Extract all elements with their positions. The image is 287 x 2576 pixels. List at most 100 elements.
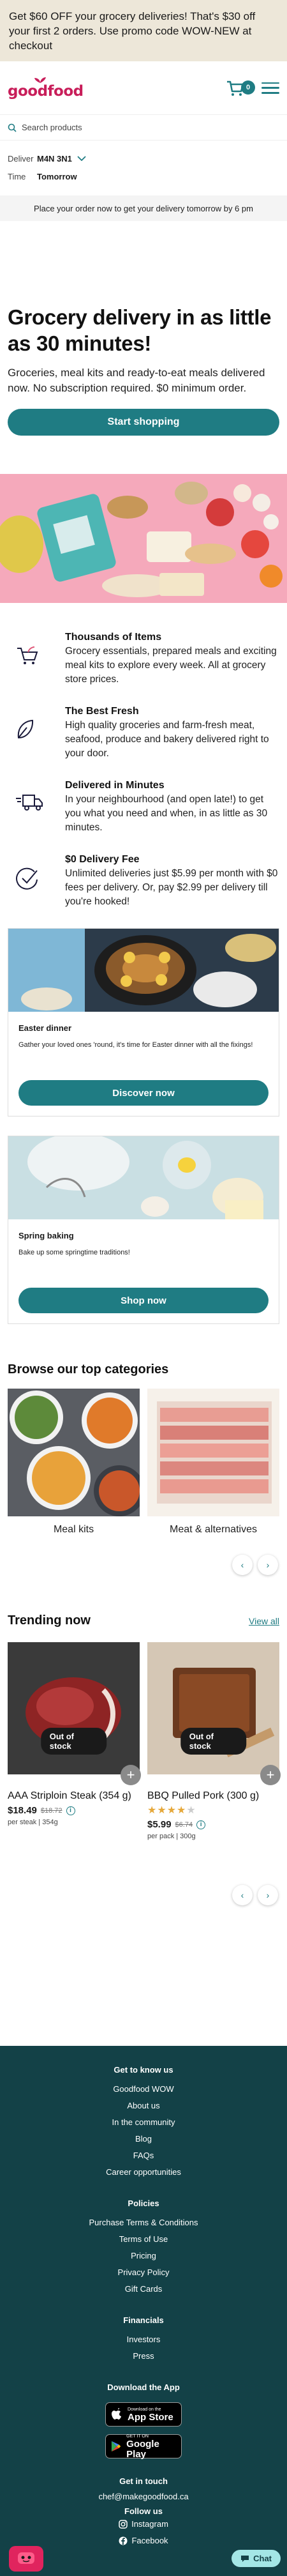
get-in-touch-title: Get in touch [119, 2476, 168, 2486]
cart-button[interactable]: 0 [226, 79, 255, 97]
footer-link[interactable]: FAQs [0, 2147, 287, 2164]
email-link[interactable]: chef@makegoodfood.ca [0, 2488, 287, 2505]
chat-label: Chat [253, 2554, 272, 2563]
hero-groceries-image [0, 474, 287, 603]
product-unit: per steak | 354g [8, 1818, 58, 1826]
category-card-meat[interactable]: Meat & alternatives [147, 1389, 279, 1536]
footer-link[interactable]: Investors [0, 2331, 287, 2348]
categories-title: Browse our top categories [8, 1362, 169, 1376]
footer-link[interactable]: Goodfood WOW [0, 2081, 287, 2098]
delivery-banner: Place your order now to get your deliver… [0, 195, 287, 221]
chevron-down-icon [77, 156, 86, 161]
footer-contact: Get in touch chef@makegoodfood.ca Follow… [0, 2476, 287, 2549]
product-name: BBQ Pulled Pork (300 g) [147, 1790, 260, 1801]
download-app-title: Download the App [107, 2382, 180, 2392]
rating-stars: ★★★★★ [147, 1805, 196, 1816]
card-title: Easter dinner [18, 1023, 72, 1033]
page: Get $60 OFF your grocery deliveries! Tha… [0, 0, 287, 2576]
product-old-price: $6.74 [175, 1820, 193, 1829]
product-card[interactable]: Out of stock + AAA Striploin Steak (354 … [8, 1642, 141, 1840]
promo-bar: Get $60 OFF your grocery deliveries! Tha… [0, 0, 287, 61]
feature-item: Thousands of Items Grocery essentials, p… [8, 632, 279, 687]
price-row: $5.99 $6.74 i [147, 1819, 279, 1830]
time-value: Tomorrow [37, 171, 77, 181]
footer-link[interactable]: About us [0, 2098, 287, 2114]
product-price: $5.99 [147, 1819, 172, 1830]
checkmark-circle-icon [16, 867, 38, 890]
start-shopping-button[interactable]: Start shopping [8, 409, 279, 436]
chevron-right-icon: › [266, 1560, 270, 1570]
app-store-badge[interactable]: Download on the App Store [105, 2402, 182, 2427]
deliver-label: Deliver [8, 153, 34, 164]
trending-products: Out of stock + AAA Striploin Steak (354 … [0, 1628, 287, 1840]
product-unit: per pack | 300g [147, 1833, 196, 1840]
carousel-next-button[interactable]: › [258, 1555, 278, 1575]
add-to-cart-button[interactable]: + [121, 1765, 141, 1785]
info-icon[interactable]: i [66, 1806, 75, 1815]
facebook-link[interactable]: Facebook [119, 2533, 168, 2549]
feature-title: $0 Delivery Fee [65, 854, 140, 865]
feature-text: In your neighbourhood (and open late!) t… [65, 794, 268, 833]
trending-header: Trending now View all [0, 1613, 287, 1628]
card-description: Bake up some springtime traditions! [18, 1249, 130, 1256]
hamburger-menu-icon[interactable] [261, 80, 279, 96]
discover-now-button[interactable]: Discover now [18, 1080, 269, 1106]
footer-link[interactable]: Privacy Policy [0, 2264, 287, 2281]
price-row: $18.49 $18.72 i [8, 1805, 140, 1816]
hero-subtitle: Groceries, meal kits and ready-to-eat me… [8, 367, 265, 394]
easter-dinner-image [8, 929, 279, 1012]
footer-link[interactable]: In the community [0, 2114, 287, 2131]
category-label: Meal kits [53, 1524, 94, 1535]
feature-item: The Best Fresh High quality groceries an… [8, 706, 279, 761]
deliver-row[interactable]: Deliver M4N 3N1 [8, 149, 279, 167]
product-card[interactable]: Out of stock + BBQ Pulled Pork (300 g) ★… [147, 1642, 281, 1840]
chat-widget-button[interactable] [9, 2546, 43, 2572]
add-to-cart-button[interactable]: + [260, 1765, 281, 1785]
instagram-link[interactable]: Instagram [119, 2516, 168, 2533]
footer-link[interactable]: Purchase Terms & Conditions [0, 2214, 287, 2231]
category-card-meal-kits[interactable]: Meal kits [8, 1389, 140, 1536]
footer-section-financials: Financials Investors Press [0, 2315, 287, 2365]
basket-icon [17, 646, 38, 664]
feature-title: The Best Fresh [65, 706, 139, 717]
facebook-label: Facebook [131, 2536, 168, 2545]
feature-text: Unlimited deliveries just $5.99 per mont… [65, 868, 278, 907]
shop-now-button[interactable]: Shop now [18, 1288, 269, 1313]
google-play-badge[interactable]: GET IT ON Google Play [105, 2434, 182, 2459]
app-store-label: App Store [128, 2411, 173, 2423]
footer-link[interactable]: Terms of Use [0, 2231, 287, 2248]
footer-link[interactable]: Blog [0, 2131, 287, 2147]
chat-icon [241, 2555, 249, 2562]
sprout-icon [34, 77, 46, 83]
feature-text: Grocery essentials, prepared meals and e… [65, 646, 277, 685]
delivery-selector: Deliver M4N 3N1 Time Tomorrow [0, 141, 287, 190]
search-input[interactable] [22, 123, 213, 132]
footer-link[interactable]: Career opportunities [0, 2164, 287, 2181]
instagram-icon [119, 2520, 128, 2529]
category-label: Meat & alternatives [170, 1524, 257, 1535]
trending-carousel-nav: ‹ › [0, 1840, 287, 1905]
carousel-next-button[interactable]: › [258, 1885, 278, 1905]
footer-section-about: Get to know us Goodfood WOW About us In … [0, 2065, 287, 2181]
chevron-right-icon: › [266, 1890, 270, 1900]
plus-icon: + [126, 1767, 135, 1783]
chat-button[interactable]: Chat [232, 2550, 281, 2567]
view-all-link[interactable]: View all [249, 1616, 279, 1626]
meal-kits-image [8, 1389, 140, 1516]
footer-link[interactable]: Press [0, 2348, 287, 2365]
categories-carousel-nav: ‹ › [0, 1536, 287, 1575]
carousel-prev-button[interactable]: ‹ [232, 1885, 253, 1905]
features-list: Thousands of Items Grocery essentials, p… [0, 606, 287, 909]
carousel-prev-button[interactable]: ‹ [232, 1555, 253, 1575]
card-description: Gather your loved ones 'round, it's time… [18, 1041, 253, 1049]
promo-card-easter: Easter dinner Gather your loved ones 'ro… [8, 928, 279, 1117]
chevron-left-icon: ‹ [240, 1890, 244, 1900]
hero-section: Grocery delivery in as little as 30 minu… [0, 304, 287, 436]
time-row[interactable]: Time Tomorrow [8, 167, 279, 185]
logo-text: goodfood [8, 82, 84, 100]
logo[interactable]: goodfood [8, 77, 84, 100]
info-icon[interactable]: i [196, 1820, 206, 1829]
footer-link[interactable]: Gift Cards [0, 2281, 287, 2298]
search-icon [8, 123, 17, 132]
footer-link[interactable]: Pricing [0, 2248, 287, 2264]
